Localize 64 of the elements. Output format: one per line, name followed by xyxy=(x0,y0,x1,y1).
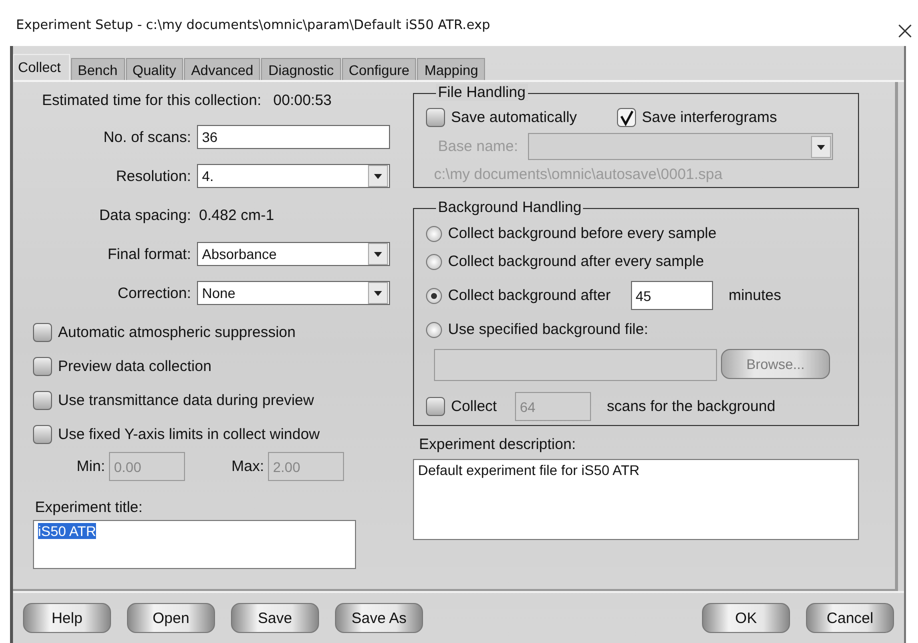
input-field[interactable]: 45 xyxy=(630,281,713,310)
checkbox[interactable] xyxy=(33,323,52,342)
input-field[interactable] xyxy=(434,349,717,381)
dropdown-value: 4. xyxy=(202,168,214,184)
checkbox[interactable] xyxy=(33,391,52,410)
selected-text: iS50 ATR xyxy=(38,523,96,539)
input-field[interactable]: 36 xyxy=(197,125,390,149)
dialog-button[interactable]: Save As xyxy=(335,603,423,633)
dropdown-value: Absorbance xyxy=(202,246,277,262)
group-title: Background Handling xyxy=(436,199,584,216)
tab[interactable]: Mapping xyxy=(417,58,486,80)
dialog-button[interactable]: OK xyxy=(702,603,790,633)
readout-value: 0.482 cm-1 xyxy=(198,206,276,226)
checkbox-label[interactable]: Save interferograms xyxy=(642,109,777,126)
window-title: Experiment Setup - c:\my documents\omnic\param\Default iS50 ATR.exp xyxy=(16,16,490,32)
unit-label: minutes xyxy=(728,287,782,304)
estimate-label: Estimated time for this collection: xyxy=(42,92,262,109)
limit-label: Max: xyxy=(230,458,264,475)
limit-label: Min: xyxy=(76,458,105,475)
radio-label[interactable]: Collect background after every sample xyxy=(448,253,704,270)
estimate-value: 00:00:53 xyxy=(273,92,332,109)
checkbox-label[interactable]: Preview data collection xyxy=(58,358,212,375)
radio-label[interactable]: Collect background before every sample xyxy=(448,225,716,242)
dropdown[interactable]: None xyxy=(197,281,390,305)
field-label: Correction: xyxy=(116,284,191,302)
checkbox[interactable] xyxy=(616,108,636,127)
field-label: No. of scans: xyxy=(102,128,191,146)
tab[interactable]: Collect xyxy=(13,54,70,80)
radio-button[interactable] xyxy=(426,226,442,242)
dialog-button[interactable]: Open xyxy=(127,603,215,633)
radio-button[interactable] xyxy=(426,254,442,270)
radio-label[interactable]: Collect background after xyxy=(448,287,611,304)
dropdown[interactable]: Absorbance xyxy=(197,242,390,266)
checkbox[interactable] xyxy=(33,425,52,444)
close-icon[interactable] xyxy=(898,24,912,38)
text-area[interactable]: iS50 ATR xyxy=(33,520,356,569)
field-label: Experiment description: xyxy=(418,436,577,453)
dropdown-value: None xyxy=(202,285,236,301)
tab[interactable]: Advanced xyxy=(184,58,260,80)
field-label: scans for the background xyxy=(606,398,776,415)
field-label: Base name: xyxy=(438,138,518,155)
dialog-button[interactable]: Cancel xyxy=(806,603,894,633)
tab[interactable]: Quality xyxy=(126,58,184,80)
checkbox-label[interactable]: Automatic atmospheric suppression xyxy=(58,324,296,341)
text-value: Default experiment file for iS50 ATR xyxy=(418,462,640,478)
checkbox-label[interactable]: Save automatically xyxy=(451,109,577,126)
tab[interactable]: Diagnostic xyxy=(261,58,341,80)
dropdown[interactable]: 4. xyxy=(197,164,390,188)
tab[interactable]: Bench xyxy=(70,58,124,80)
group-title: File Handling xyxy=(436,84,528,101)
checkbox-label[interactable]: Use fixed Y-axis limits in collect window xyxy=(58,426,320,443)
field-label: Experiment title: xyxy=(34,499,144,516)
checkbox[interactable] xyxy=(426,108,445,127)
text-area[interactable]: Default experiment file for iS50 ATR xyxy=(413,459,859,540)
file-path: c:\my documents\omnic\autosave\0001.spa xyxy=(433,166,724,183)
tab[interactable]: Configure xyxy=(342,58,416,80)
field-label: Resolution: xyxy=(114,168,191,184)
dialog-button[interactable]: Help xyxy=(23,603,111,633)
radio-button[interactable] xyxy=(426,288,442,304)
checkbox[interactable] xyxy=(33,357,52,376)
checkbox-label[interactable]: Use transmittance data during preview xyxy=(58,392,314,409)
field-label: Data spacing: xyxy=(98,206,191,224)
field-label: Final format: xyxy=(106,246,191,262)
dialog-button[interactable]: Save xyxy=(231,603,319,633)
